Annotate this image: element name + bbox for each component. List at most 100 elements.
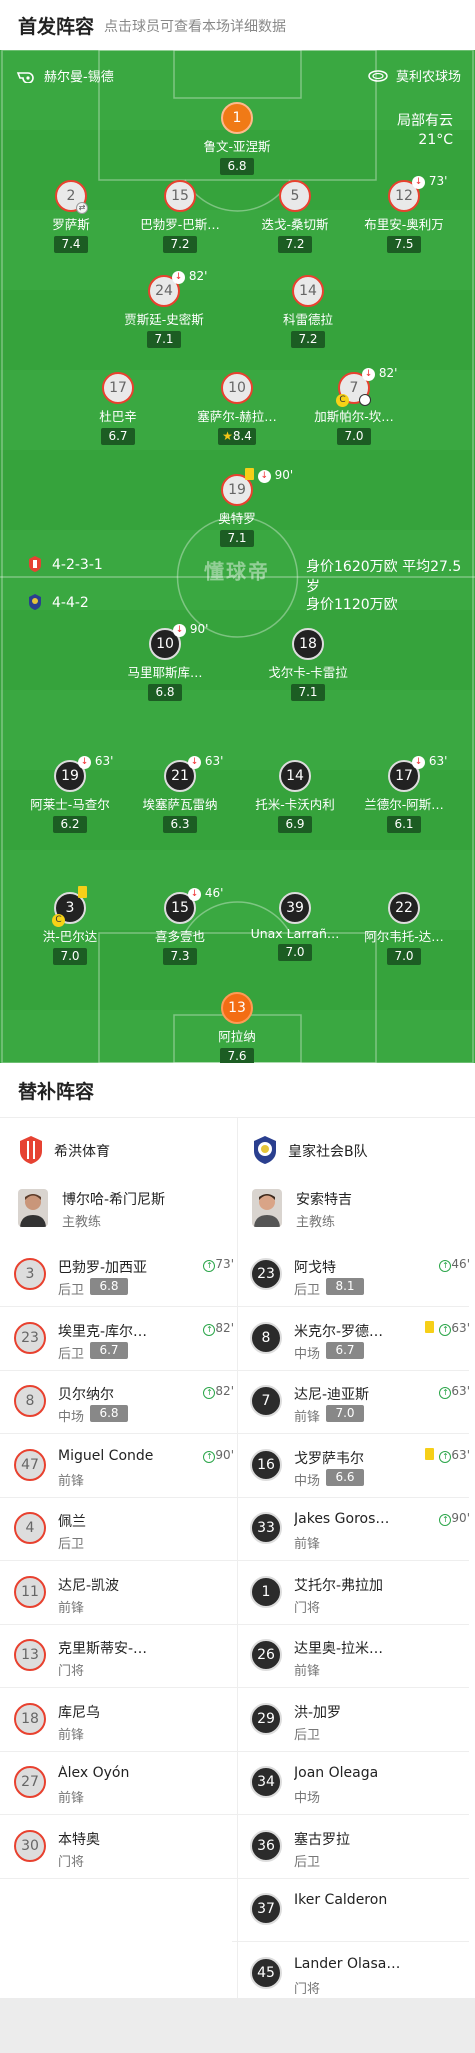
sub-number: 29	[250, 1702, 282, 1735]
sub-name: 达尼-迪亚斯	[294, 1387, 370, 1403]
sub-out-icon: ↓	[412, 756, 425, 769]
player-rating: 7.5	[387, 236, 421, 253]
sub-name: Lander Olasa…	[294, 1955, 401, 1972]
sub-time: 63'	[451, 1447, 470, 1462]
away-sub-row[interactable]: 8 米克尔-罗德… 中场 6.7 ↑ 63'	[250, 1307, 475, 1371]
sub-out-icon: ↓	[362, 368, 375, 381]
away-player[interactable]: 15 喜多壹也 7.3 ↓ 46'	[125, 886, 235, 965]
sub-out-icon: ↓	[188, 756, 201, 769]
player-rating: 6.1	[387, 816, 421, 833]
home-sub-row[interactable]: 47 Miguel Conde 前锋 ↑ 90'	[14, 1434, 244, 1498]
player-rating: 7.3	[163, 948, 197, 965]
away-player[interactable]: 3 C 洪-巴尔达 7.0	[15, 886, 125, 965]
home-player[interactable]: 2 ⇄ 罗萨斯 7.4	[16, 180, 126, 253]
home-player[interactable]: 14 科雷德拉 7.2	[253, 275, 363, 348]
sub-number: 23	[14, 1321, 46, 1354]
home-coach[interactable]: 博尔哈-希门尼斯 主教练	[18, 1189, 218, 1230]
away-sub-row[interactable]: 45 Lander Olasa… 门将	[250, 1942, 475, 2006]
sub-name: 米克尔-罗德…	[294, 1323, 384, 1340]
home-sub-row[interactable]: 4 佩兰 后卫	[14, 1497, 244, 1561]
sub-time: 90'	[451, 1511, 470, 1525]
away-sub-row[interactable]: 36 塞古罗拉 后卫	[250, 1815, 475, 1879]
player-number: 22	[388, 892, 420, 924]
away-player[interactable]: 14 托米-卡沃内利 6.9	[240, 760, 350, 833]
home-player[interactable]: 15 巴勃罗-巴斯… 7.2	[125, 180, 235, 253]
away-player[interactable]: 21 埃塞萨瓦雷纳 6.3 ↓ 63'	[125, 754, 235, 833]
weather-temp: 21°C	[418, 132, 453, 148]
sub-number: 8	[250, 1321, 282, 1354]
home-player[interactable]: 12 布里安-奥利万 7.5 ↓ 73'	[349, 174, 459, 253]
lineup-hint: 点击球员可查看本场详细数据	[104, 19, 286, 35]
home-player[interactable]: 1 鲁文-亚涅斯 6.8	[182, 102, 292, 175]
row-divider	[0, 1877, 233, 1879]
sub-number: 34	[250, 1766, 282, 1798]
lineup-page: 首发阵容 点击球员可查看本场详细数据 赫尔曼-锡德 莫利农球场 局部有云 21°…	[0, 0, 475, 2053]
yellow-card-icon	[245, 468, 254, 480]
home-sub-row[interactable]: 8 贝尔纳尔 中场 6.8 ↑ 82'	[14, 1370, 244, 1434]
away-player[interactable]: 13 阿拉纳 7.6	[182, 992, 292, 1063]
home-squad-value: 身价1620万欧	[306, 559, 398, 575]
sub-rating: 6.6	[326, 1468, 364, 1486]
sub-name: 阿戈特	[294, 1260, 336, 1276]
home-player[interactable]: 19 奥特罗 7.1 ↓ 90'	[182, 468, 293, 547]
player-number: 15	[164, 180, 196, 212]
home-player[interactable]: 17 杜巴辛 6.7	[63, 372, 173, 445]
away-player[interactable]: 39 Unax Larrañ… 7.0	[240, 892, 350, 961]
player-event: ↓ 82'	[362, 366, 397, 381]
sub-out-icon: ↓	[173, 624, 186, 637]
home-sub-row[interactable]: 30 本特奥 门将	[14, 1815, 244, 1879]
away-sub-row[interactable]: 29 洪-加罗 后卫	[250, 1688, 475, 1752]
home-sub-row[interactable]: 13 克里斯蒂安-… 门将	[14, 1624, 244, 1688]
home-sub-row[interactable]: 18 库尼乌 前锋	[14, 1688, 244, 1752]
away-sub-row[interactable]: 7 达尼-迪亚斯 前锋 7.0 ↑ 63'	[250, 1370, 475, 1434]
sub-position: 门将	[58, 1664, 85, 1679]
away-sub-row[interactable]: 1 艾托尔-弗拉加 门将	[250, 1561, 475, 1625]
sub-in-icon: ↑	[439, 1387, 452, 1399]
away-sub-row[interactable]: 37 Iker Calderon	[250, 1878, 475, 1942]
home-player[interactable]: 7 C 加斯帕尔-坎… 7.0 ↓ 82'	[299, 366, 409, 445]
player-number: 39	[279, 892, 311, 924]
home-sub-row[interactable]: 27 Álex Oyón 前锋	[14, 1751, 244, 1815]
home-player[interactable]: 24 贾斯廷-史密斯 7.1 ↓ 82'	[109, 269, 219, 348]
event-time: 90'	[274, 468, 294, 482]
away-sub-row[interactable]: 26 达里奥-拉米… 前锋	[250, 1624, 475, 1688]
home-player[interactable]: 5 迭戈-桑切斯 7.2	[240, 180, 350, 253]
away-player[interactable]: 18 戈尔卡-卡雷拉 7.1	[253, 628, 363, 701]
sub-number: 16	[250, 1448, 282, 1481]
away-coach[interactable]: 安索特吉 主教练	[252, 1189, 452, 1230]
sub-in-time: ↑ 90'	[439, 1511, 470, 1526]
stadium-name: 莫利农球场	[395, 70, 461, 85]
player-name: 洪-巴尔达	[42, 929, 98, 944]
away-sub-row[interactable]: 16 戈罗萨韦尔 中场 6.6 ↑ 63'	[250, 1434, 475, 1498]
home-sub-row[interactable]: 3 巴勃罗-加西亚 后卫 6.8 ↑ 73'	[14, 1243, 244, 1307]
substitutes-title: 替补阵容	[18, 1081, 95, 1103]
away-player[interactable]: 19 阿莱士-马查尔 6.2 ↓ 63'	[15, 754, 125, 833]
away-player[interactable]: 22 阿尔韦托-达… 7.0	[349, 892, 459, 965]
player-event: ↓ 63'	[78, 754, 113, 769]
sub-position: 中场	[294, 1473, 321, 1489]
sub-number: 1	[250, 1575, 282, 1608]
star-icon: ★	[222, 429, 233, 443]
player-event	[78, 886, 87, 900]
away-sub-row[interactable]: 34 Joan Oleaga 中场	[250, 1751, 475, 1815]
away-player[interactable]: 17 兰德尔-阿斯… 6.1 ↓ 63'	[349, 754, 459, 833]
home-sub-row[interactable]: 23 埃里克-库尔… 后卫 6.7 ↑ 82'	[14, 1307, 244, 1371]
sub-rating: 6.7	[326, 1341, 364, 1359]
sub-time: 46'	[451, 1257, 470, 1271]
whistle-icon	[16, 72, 34, 84]
player-number: 7	[349, 380, 359, 396]
player-rating: 6.7	[101, 428, 135, 445]
player-number: 1	[221, 102, 253, 134]
away-sub-row[interactable]: 33 Jakes Goros… 前锋 ↑ 90'	[250, 1497, 475, 1561]
home-player[interactable]: 10 塞萨尔-赫拉… ★8.4	[182, 372, 292, 445]
away-sub-row[interactable]: 23 阿戈特 后卫 8.1 ↑ 46'	[250, 1243, 475, 1307]
weather: 局部有云 21°C	[397, 112, 453, 150]
player-name: 兰德尔-阿斯…	[364, 797, 444, 812]
home-team-icon	[29, 556, 41, 572]
sub-name: Miguel Conde	[58, 1447, 154, 1464]
home-sub-row[interactable]: 11 达尼-凯波 前锋	[14, 1561, 244, 1625]
player-name: 戈尔卡-卡雷拉	[268, 665, 348, 680]
away-player[interactable]: 10 马里耶斯库… 6.8 ↓ 90'	[110, 622, 220, 701]
player-name: 塞萨尔-赫拉…	[197, 409, 277, 424]
player-name: 科雷德拉	[282, 312, 333, 327]
